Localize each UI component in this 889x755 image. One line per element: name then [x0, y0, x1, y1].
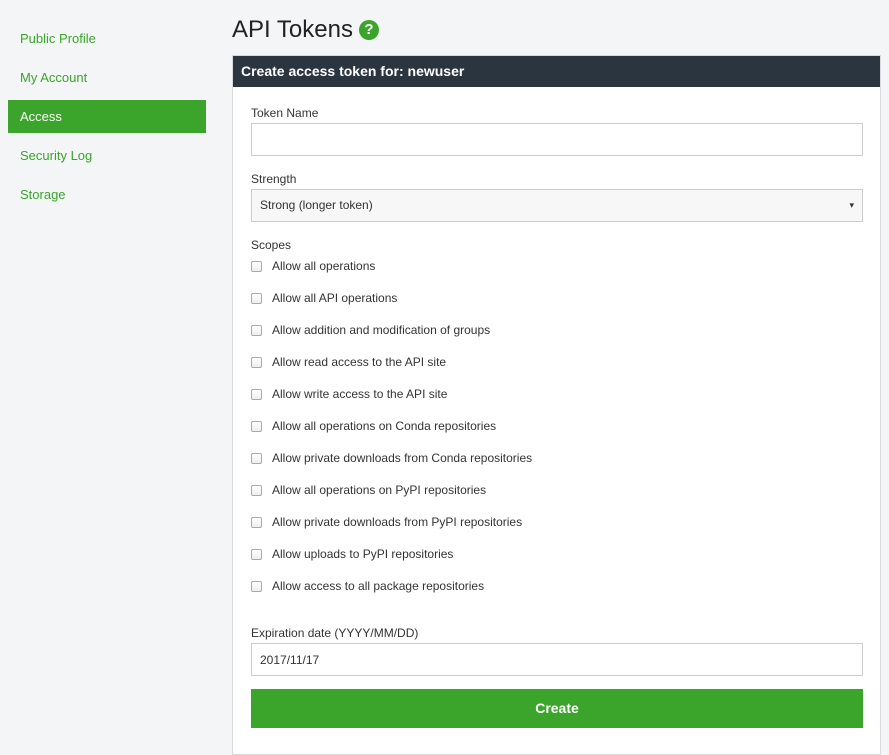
- strength-label: Strength: [251, 172, 297, 186]
- scope-label: Allow uploads to PyPI repositories: [272, 547, 454, 561]
- scope-checkbox[interactable]: [251, 356, 262, 368]
- create-token-panel: Create access token for: newuser Token N…: [232, 55, 881, 755]
- sidebar-item-storage[interactable]: Storage: [8, 178, 206, 211]
- sidebar-item-my-account[interactable]: My Account: [8, 61, 206, 94]
- sidebar-item-security-log[interactable]: Security Log: [8, 139, 206, 172]
- scope-checkbox[interactable]: [251, 580, 262, 592]
- token-name-label: Token Name: [251, 106, 319, 120]
- scope-label: Allow private downloads from Conda repos…: [272, 451, 533, 465]
- create-button[interactable]: Create: [251, 689, 863, 728]
- scope-checkbox[interactable]: [251, 516, 262, 528]
- panel-header: Create access token for: newuser: [233, 56, 880, 87]
- sidebar-item-access[interactable]: Access: [8, 100, 206, 133]
- scope-checkbox[interactable]: [251, 292, 262, 304]
- scope-checkbox[interactable]: [251, 388, 262, 400]
- page-title: API Tokens ?: [232, 12, 379, 48]
- scope-checkbox[interactable]: [251, 324, 262, 336]
- scope-checkbox[interactable]: [251, 484, 262, 496]
- page-title-text: API Tokens: [232, 16, 353, 43]
- help-icon[interactable]: ?: [358, 20, 379, 40]
- expiration-date-input[interactable]: [251, 643, 863, 676]
- scope-checkbox[interactable]: [251, 260, 262, 272]
- strength-select[interactable]: Strong (longer token) ▾: [251, 189, 863, 222]
- scope-option[interactable]: Allow access to all package repositories: [251, 578, 484, 594]
- scopes-label: Scopes: [251, 238, 292, 252]
- scope-option[interactable]: Allow addition and modification of group…: [251, 322, 490, 338]
- scope-option[interactable]: Allow read access to the API site: [251, 354, 446, 370]
- scope-label: Allow addition and modification of group…: [272, 323, 491, 337]
- scope-label: Allow read access to the API site: [272, 355, 447, 369]
- scope-label: Allow access to all package repositories: [272, 579, 485, 593]
- scope-checkbox[interactable]: [251, 548, 262, 560]
- scope-label: Allow private downloads from PyPI reposi…: [272, 515, 523, 529]
- chevron-down-icon: ▾: [849, 200, 854, 210]
- scope-option[interactable]: Allow write access to the API site: [251, 386, 447, 402]
- scope-label: Allow all operations: [272, 259, 376, 273]
- scope-label: Allow all operations on PyPI repositorie…: [272, 483, 487, 497]
- scope-option[interactable]: Allow uploads to PyPI repositories: [251, 546, 453, 562]
- expiration-label: Expiration date (YYYY/MM/DD): [251, 626, 419, 640]
- sidebar: Public Profile My Account Access Securit…: [0, 0, 214, 739]
- scope-option[interactable]: Allow all operations: [251, 258, 375, 274]
- strength-selected-value: Strong (longer token): [260, 198, 373, 212]
- scope-label: Allow write access to the API site: [272, 387, 448, 401]
- scope-option[interactable]: Allow all operations on PyPI repositorie…: [251, 482, 486, 498]
- scope-label: Allow all API operations: [272, 291, 398, 305]
- scope-label: Allow all operations on Conda repositori…: [272, 419, 497, 433]
- token-name-input[interactable]: [251, 123, 863, 156]
- scope-option[interactable]: Allow all API operations: [251, 290, 397, 306]
- scope-option[interactable]: Allow all operations on Conda repositori…: [251, 418, 496, 434]
- sidebar-item-public-profile[interactable]: Public Profile: [8, 22, 206, 55]
- scope-checkbox[interactable]: [251, 420, 262, 432]
- scope-checkbox[interactable]: [251, 452, 262, 464]
- scope-option[interactable]: Allow private downloads from PyPI reposi…: [251, 514, 522, 530]
- scope-option[interactable]: Allow private downloads from Conda repos…: [251, 450, 532, 466]
